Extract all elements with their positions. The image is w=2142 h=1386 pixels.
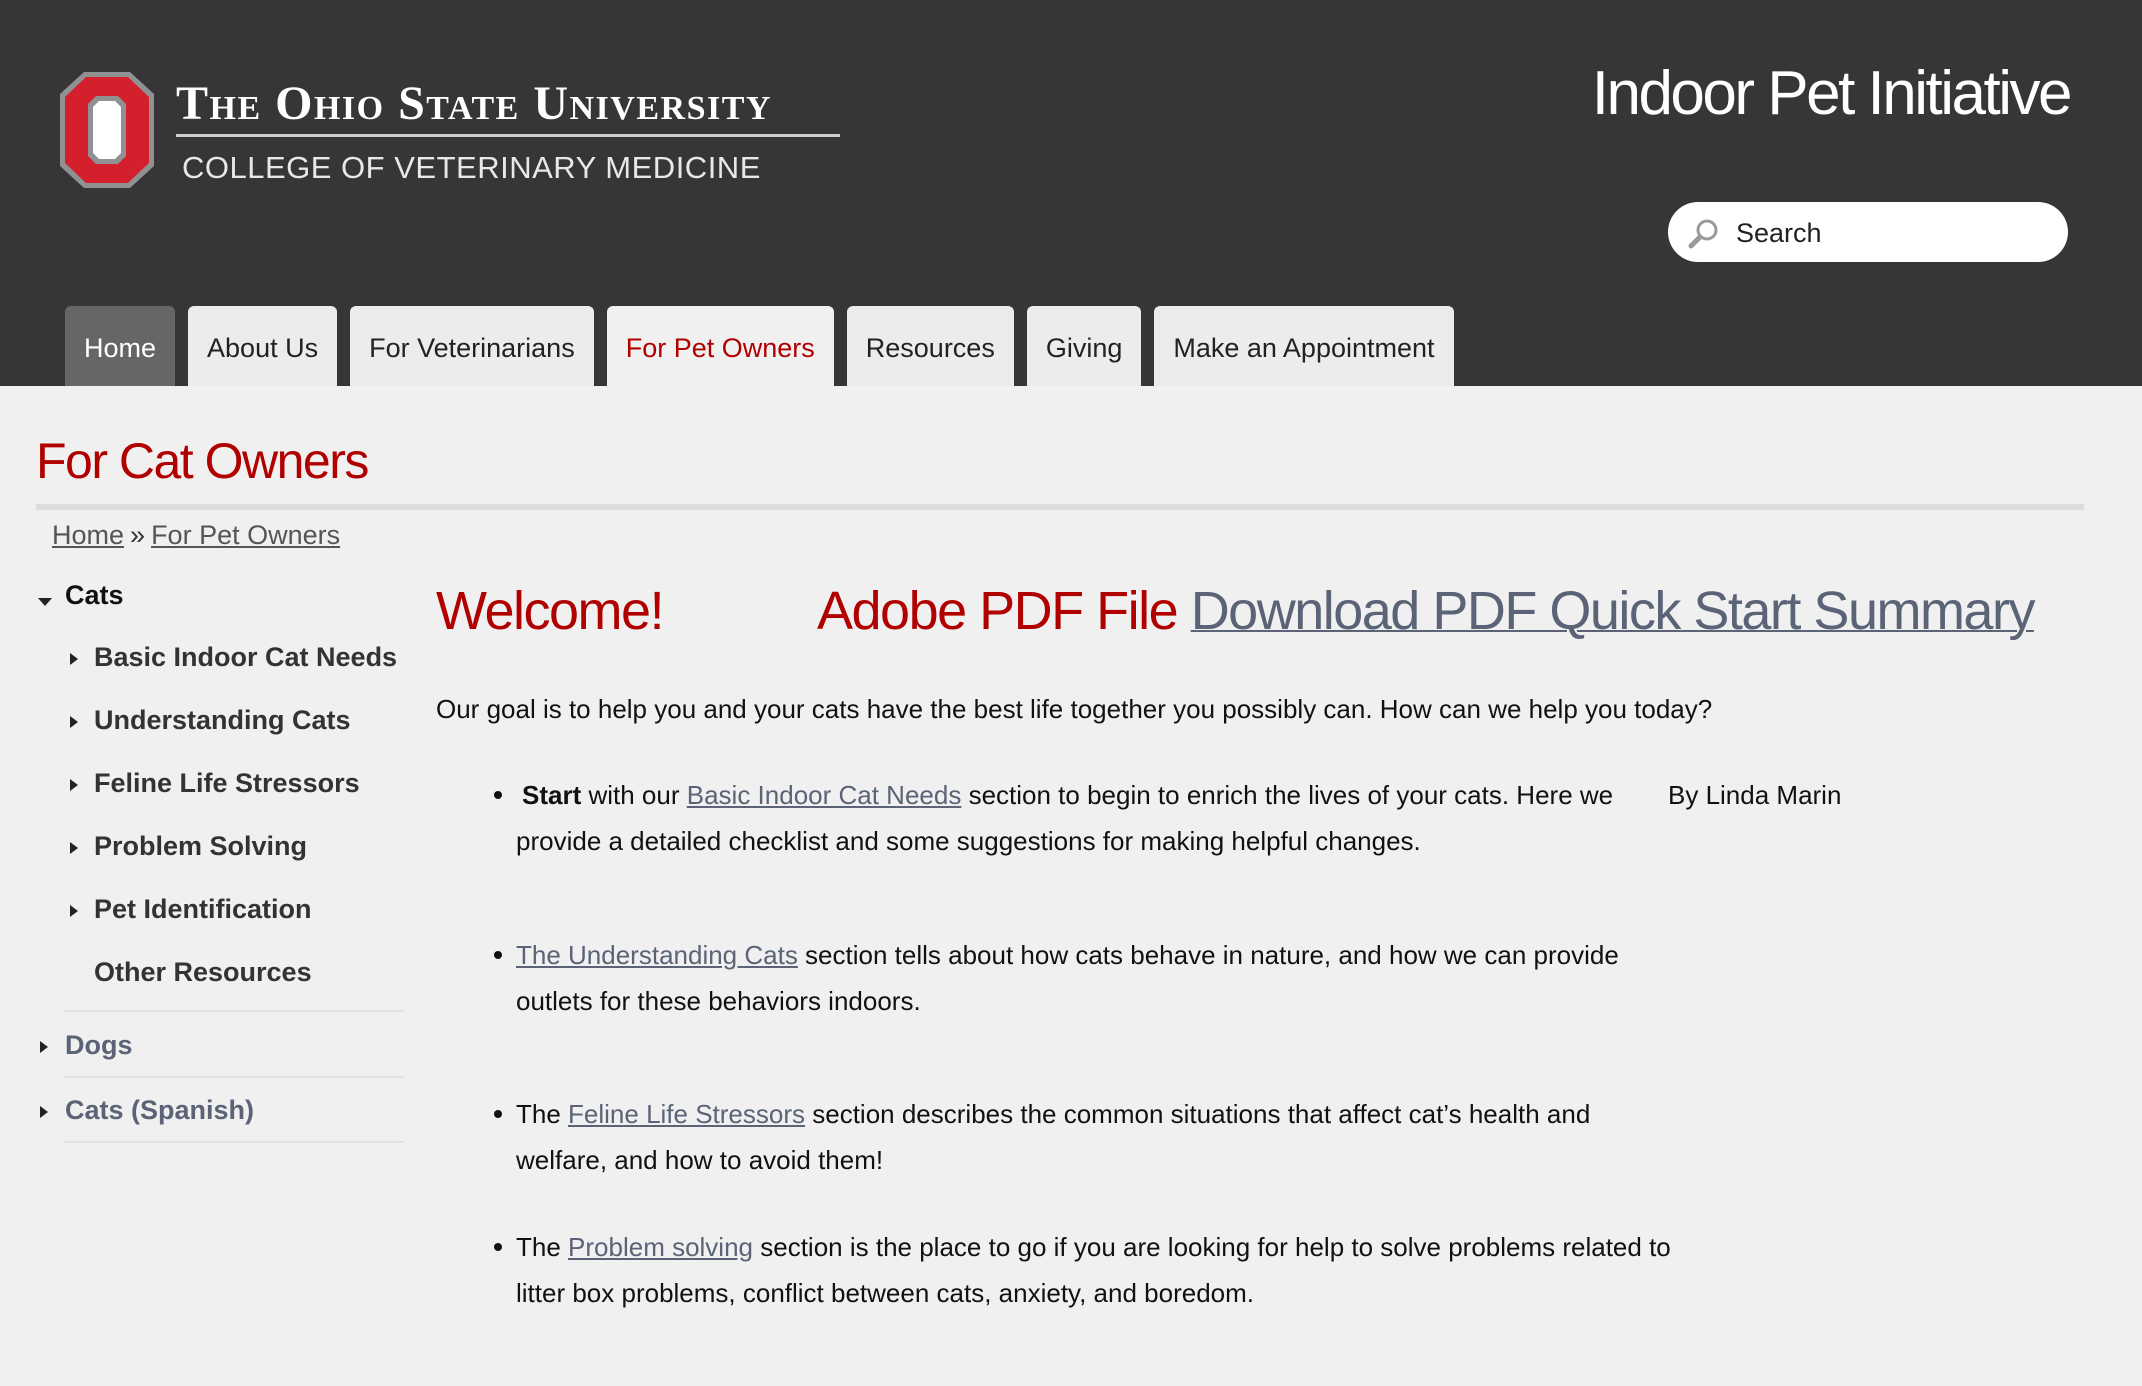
pdf-label: Adobe PDF File (817, 581, 1179, 641)
pdf-download: Adobe PDF File Download PDF Quick Start … (817, 580, 2036, 642)
sidebar-item-label: Feline Life Stressors (94, 768, 360, 798)
search-box[interactable] (1668, 202, 2068, 262)
sidebar-item-label: Understanding Cats (94, 705, 351, 735)
sidebar-item-label: Basic Indoor Cat Needs (94, 642, 398, 672)
problem-solving-link[interactable]: Problem solving (568, 1232, 753, 1262)
sidebar-item-label: Dogs (65, 1030, 133, 1060)
sidebar-item-dogs[interactable]: Dogs (40, 1030, 133, 1061)
breadcrumb-separator: » (130, 520, 146, 550)
site-header: The Ohio State University COLLEGE OF VET… (0, 0, 2142, 386)
caret-right-icon (40, 1041, 48, 1053)
logo-divider (176, 134, 840, 137)
list-item: Start with our Basic Indoor Cat Needs se… (494, 772, 1676, 864)
basic-indoor-cat-needs-link[interactable]: Basic Indoor Cat Needs (687, 780, 962, 810)
tab-about-us[interactable]: About Us (188, 306, 338, 386)
search-input[interactable] (1734, 212, 2048, 254)
sidebar-item-feline-life-stressors[interactable]: Feline Life Stressors (70, 768, 360, 799)
bullet-text: The (516, 1232, 569, 1262)
caret-right-icon (70, 716, 78, 728)
bullet-bold-text: Start (522, 780, 582, 810)
tab-giving[interactable]: Giving (1026, 306, 1142, 386)
college-name: COLLEGE OF VETERINARY MEDICINE (182, 150, 761, 185)
caret-right-icon (40, 1106, 48, 1118)
feline-life-stressors-link[interactable]: Feline Life Stressors (568, 1099, 805, 1129)
tab-resources[interactable]: Resources (846, 306, 1014, 386)
breadcrumb-for-pet-owners-link[interactable]: For Pet Owners (151, 520, 340, 550)
sidebar-item-label: Cats (65, 580, 124, 610)
sidebar-item-cats-spanish[interactable]: Cats (Spanish) (40, 1095, 254, 1126)
page-title: For Cat Owners (36, 433, 369, 489)
sidebar-item-pet-identification[interactable]: Pet Identification (70, 894, 312, 925)
bullet-text: with our (581, 780, 687, 810)
university-name: The Ohio State University (176, 77, 772, 130)
block-o-logo-icon (60, 72, 154, 188)
welcome-heading: Welcome! (436, 581, 665, 641)
caret-down-icon (38, 598, 52, 606)
bullet-dot (494, 951, 502, 959)
tab-for-veterinarians[interactable]: For Veterinarians (350, 306, 594, 386)
bullet-dot (494, 791, 502, 799)
sidebar-divider (64, 1076, 404, 1078)
list-item: The Understanding Cats section tells abo… (494, 932, 1676, 1024)
breadcrumb-home-link[interactable]: Home (52, 520, 124, 550)
sidebar-item-label: Other Resources (94, 957, 312, 987)
download-pdf-link[interactable]: Download PDF Quick Start Summary (1191, 581, 2036, 641)
bullet-text: The (516, 1099, 569, 1129)
list-item: The Feline Life Stressors section descri… (494, 1091, 1676, 1183)
title-divider (36, 504, 2084, 510)
tab-home[interactable]: Home (65, 306, 176, 386)
site-title[interactable]: Indoor Pet Initiative (1592, 58, 2073, 129)
bullet-dot (494, 1110, 502, 1118)
search-icon (1688, 219, 1718, 249)
intro-text: Our goal is to help you and your cats ha… (436, 694, 1713, 724)
breadcrumb: Home» For Pet Owners (52, 520, 340, 551)
author-credit: By Linda Marin (1668, 780, 1842, 810)
caret-right-icon (70, 842, 78, 854)
sidebar-item-problem-solving[interactable]: Problem Solving (70, 831, 307, 862)
list-item: The Problem solving section is the place… (494, 1224, 1676, 1316)
caret-right-icon (70, 779, 78, 791)
sidebar-item-cats[interactable]: Cats (36, 580, 124, 611)
sidebar-divider (64, 1010, 404, 1012)
understanding-cats-link[interactable]: The Understanding Cats (516, 940, 798, 970)
sidebar-item-basic-indoor-cat-needs[interactable]: Basic Indoor Cat Needs (70, 642, 397, 673)
caret-right-icon (70, 905, 78, 917)
sidebar-item-label: Cats (Spanish) (65, 1095, 255, 1125)
university-logo[interactable]: The Ohio State University COLLEGE OF VET… (60, 72, 850, 192)
caret-right-icon (70, 653, 78, 665)
sidebar-item-label: Problem Solving (94, 831, 308, 861)
sidebar-item-label: Pet Identification (94, 894, 312, 924)
main-nav: Home About Us For Veterinarians For Pet … (65, 306, 1467, 386)
tab-for-pet-owners[interactable]: For Pet Owners (606, 306, 834, 386)
sidebar-item-understanding-cats[interactable]: Understanding Cats (70, 705, 351, 736)
tab-make-an-appointment[interactable]: Make an Appointment (1154, 306, 1454, 386)
sidebar-item-other-resources[interactable]: Other Resources (94, 957, 312, 988)
bullet-dot (494, 1243, 502, 1251)
sidebar-divider (64, 1141, 404, 1143)
